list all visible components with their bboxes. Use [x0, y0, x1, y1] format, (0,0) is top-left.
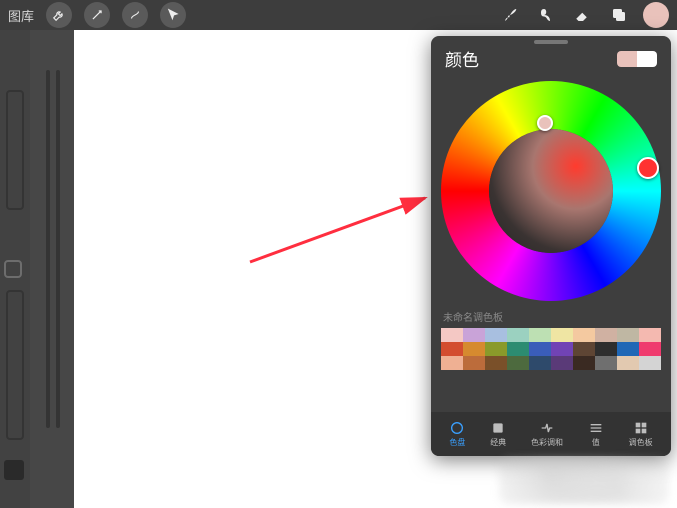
swatch[interactable]	[485, 342, 507, 356]
swatch[interactable]	[463, 356, 485, 370]
color-compare-swatch[interactable]	[617, 51, 657, 67]
brush-size-slider[interactable]	[46, 70, 50, 428]
swatch[interactable]	[507, 356, 529, 370]
swatch[interactable]	[507, 342, 529, 356]
popover-tabbar: 色盘 经典 色彩调和 值 调色板	[431, 412, 671, 456]
swatch[interactable]	[617, 328, 639, 342]
smudge-icon[interactable]	[535, 3, 559, 27]
swatch[interactable]	[485, 328, 507, 342]
swatch[interactable]	[551, 356, 573, 370]
active-color-button[interactable]	[643, 2, 669, 28]
swatch[interactable]	[595, 356, 617, 370]
swatch[interactable]	[617, 356, 639, 370]
popover-tab-4[interactable]: 调色板	[629, 420, 653, 448]
eraser-icon[interactable]	[571, 3, 595, 27]
pointer-icon[interactable]	[160, 2, 186, 28]
brush-icon[interactable]	[499, 3, 523, 27]
side-ruler	[30, 30, 74, 508]
swatch[interactable]	[639, 356, 661, 370]
popover-tab-label: 经典	[490, 437, 506, 448]
swatch[interactable]	[573, 342, 595, 356]
brush-opacity-slider[interactable]	[56, 70, 60, 428]
swatch[interactable]	[551, 328, 573, 342]
swatch[interactable]	[551, 342, 573, 356]
swatch[interactable]	[463, 328, 485, 342]
popover-tab-0[interactable]: 色盘	[449, 420, 465, 448]
left-edge-panel	[0, 30, 30, 508]
sv-disc[interactable]	[489, 129, 613, 253]
library-button[interactable]: 图库	[8, 6, 34, 25]
side-slider-bottom[interactable]	[6, 290, 24, 440]
swatch[interactable]	[617, 342, 639, 356]
popover-tab-1[interactable]: 经典	[490, 420, 506, 448]
swatch[interactable]	[595, 342, 617, 356]
wand-icon[interactable]	[84, 2, 110, 28]
popover-tab-2[interactable]: 色彩调和	[531, 420, 563, 448]
swatch[interactable]	[529, 342, 551, 356]
swatch[interactable]	[529, 328, 551, 342]
swatch-grid[interactable]	[441, 328, 661, 370]
swatch[interactable]	[463, 342, 485, 356]
swatch[interactable]	[573, 356, 595, 370]
swatch[interactable]	[507, 328, 529, 342]
swatch[interactable]	[441, 342, 463, 356]
layers-icon[interactable]	[607, 3, 631, 27]
color-popover: 颜色 未命名调色板 色盘 经典 色彩调和 值 调色板	[431, 36, 671, 456]
popover-drag-handle[interactable]	[534, 40, 568, 44]
side-square-bottom[interactable]	[4, 460, 24, 480]
swatch[interactable]	[485, 356, 507, 370]
popover-tab-label: 值	[592, 437, 600, 448]
side-square-mid[interactable]	[4, 260, 22, 278]
sv-thumb[interactable]	[537, 115, 553, 131]
swatch[interactable]	[639, 328, 661, 342]
s-curve-icon[interactable]	[122, 2, 148, 28]
popover-tab-label: 色彩调和	[531, 437, 563, 448]
popover-tab-3[interactable]: 值	[588, 420, 604, 448]
popover-tab-label: 调色板	[629, 437, 653, 448]
swatch[interactable]	[441, 356, 463, 370]
swatch[interactable]	[639, 342, 661, 356]
swatch[interactable]	[529, 356, 551, 370]
swatch[interactable]	[441, 328, 463, 342]
popover-title: 颜色	[445, 46, 609, 71]
watermark-smudge	[499, 458, 669, 504]
popover-tab-label: 色盘	[449, 437, 465, 448]
hue-thumb[interactable]	[637, 157, 659, 179]
color-wheel[interactable]	[441, 81, 661, 301]
side-slider-top[interactable]	[6, 90, 24, 210]
wrench-icon[interactable]	[46, 2, 72, 28]
swatch[interactable]	[595, 328, 617, 342]
swatch[interactable]	[573, 328, 595, 342]
history-label: 未命名调色板	[431, 307, 671, 326]
